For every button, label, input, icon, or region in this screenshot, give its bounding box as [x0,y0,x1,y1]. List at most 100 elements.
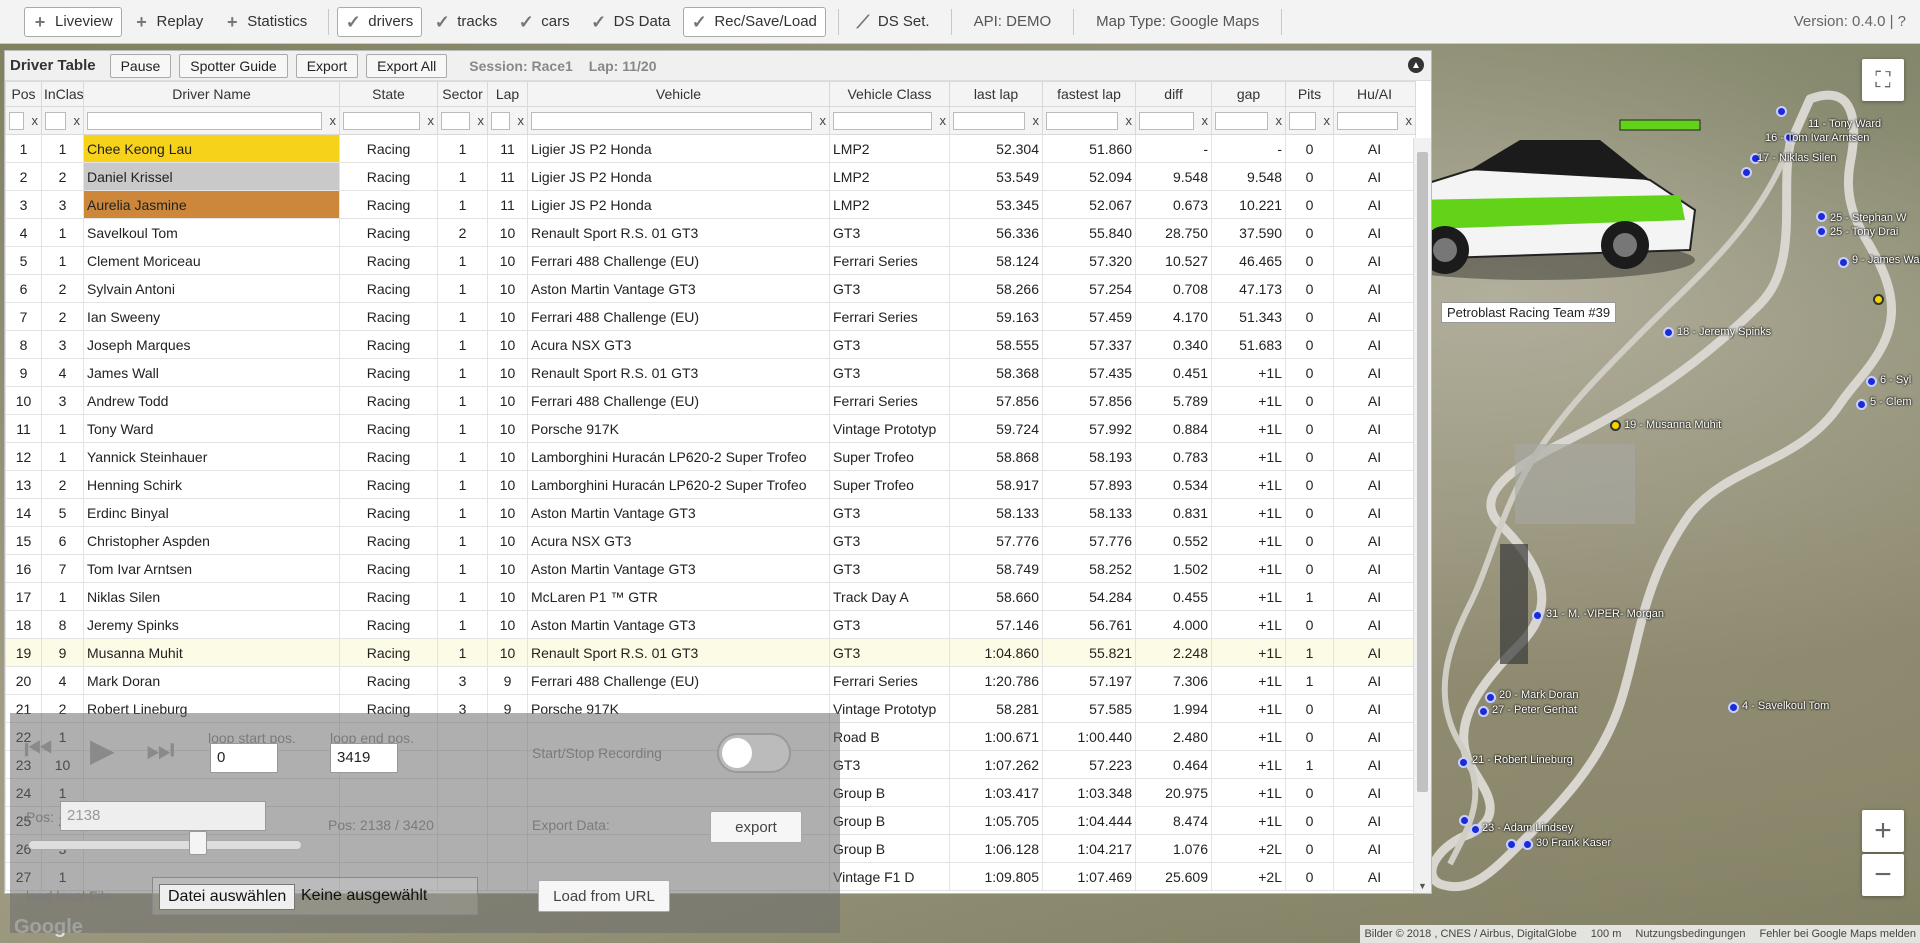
clear-filter-icon[interactable]: x [510,113,525,128]
table-row[interactable]: 5 1 Clement Moriceau Racing 1 10 Ferrari 488 C… [5,246,1416,275]
table-row[interactable]: 14 5 Erdinc Binyal Racing 1 10 Aston Martin Va… [5,498,1416,527]
table-row[interactable]: 13 2 Henning Schirk Racing 1 10 Lamborghini Hu… [5,470,1416,499]
car-marker[interactable] [1470,824,1481,835]
car-marker[interactable] [1458,757,1469,768]
column-header-gap[interactable]: gap [1211,81,1286,107]
table-row[interactable]: 12 1 Yannick Steinhauer Racing 1 10 Lamborghin… [5,442,1416,471]
export-button[interactable]: Export [295,53,359,78]
table-row[interactable]: 18 8 Jeremy Spinks Racing 1 10 Aston Martin Va… [5,610,1416,639]
filter-input[interactable] [1046,111,1118,130]
clear-filter-icon[interactable]: x [420,113,435,128]
car-marker[interactable] [1522,839,1533,850]
filter-input[interactable] [87,111,322,130]
fullscreen-button[interactable]: ⛶ [1862,59,1904,101]
table-row[interactable]: 4 1 Savelkoul Tom Racing 2 10 Renault Sport R.… [5,218,1416,247]
table-row[interactable]: 2 2 Daniel Krissel Racing 1 11 Ligier JS P2 Ho… [5,162,1416,191]
clear-filter-icon[interactable]: x [470,113,485,128]
column-header-vehicle-class[interactable]: Vehicle Class [829,81,950,107]
column-header-last-lap[interactable]: last lap [949,81,1043,107]
table-row[interactable]: 1 1 Chee Keong Lau Racing 1 11 Ligier JS P2 Ho… [5,134,1416,163]
collapse-button[interactable]: ▲ [1408,57,1424,73]
pos-input[interactable]: 2138 [60,801,266,831]
filter-input[interactable] [491,111,510,130]
clear-filter-icon[interactable]: x [812,113,827,128]
file-chooser[interactable]: Datei auswählen Keine ausgewählt [152,877,478,915]
map-type[interactable]: Map Type: Google Maps [1096,13,1259,30]
clear-filter-icon[interactable]: x [322,113,337,128]
table-scrollbar[interactable]: ▼ [1413,138,1431,893]
car-marker[interactable] [1506,839,1517,850]
filter-input[interactable] [441,111,470,130]
scroll-down-icon[interactable]: ▼ [1418,881,1427,891]
table-row[interactable]: 20 4 Mark Doran Racing 3 9 Ferrari 488 Challen… [5,666,1416,695]
column-header-lap[interactable]: Lap [487,81,528,107]
filter-input[interactable] [1139,111,1194,130]
replay-button[interactable]: + Replay [126,7,213,37]
filter-input[interactable] [531,111,812,130]
export-all-button[interactable]: Export All [366,53,448,78]
zoom-out-button[interactable]: − [1862,854,1904,896]
clear-filter-icon[interactable]: x [1118,113,1133,128]
clear-filter-icon[interactable]: x [1398,113,1413,128]
clear-filter-icon[interactable]: x [1316,113,1331,128]
slider-handle[interactable] [188,831,207,855]
car-marker[interactable] [1485,692,1496,703]
table-row[interactable]: 10 3 Andrew Todd Racing 1 10 Ferrari 488 Chall… [5,386,1416,415]
table-row[interactable]: 16 7 Tom Ivar Arntsen Racing 1 10 Aston Martin… [5,554,1416,583]
column-header-pos[interactable]: Pos [5,81,42,107]
skip-forward-icon[interactable]: ⏭ [146,731,175,769]
car-marker[interactable] [1866,376,1877,387]
report-error-link[interactable]: Fehler bei Google Maps melden [1759,928,1916,940]
version-label[interactable]: Version: 0.4.0 | ? [1794,13,1906,30]
car-marker[interactable] [1856,399,1867,410]
scrollbar-thumb[interactable] [1417,152,1428,792]
filter-input[interactable] [833,111,932,130]
filter-input[interactable] [1337,111,1398,130]
filter-input[interactable] [343,111,420,130]
choose-file-button[interactable]: Datei auswählen [159,884,296,910]
filter-input[interactable] [9,111,24,130]
loop-start-input[interactable]: 0 [210,743,278,773]
car-marker[interactable] [1532,610,1543,621]
liveview-button[interactable]: + Liveview [24,6,122,37]
column-header-inclass[interactable]: InClas [41,81,84,107]
recording-toggle[interactable] [717,733,791,773]
column-header-fastest-lap[interactable]: fastest lap [1042,81,1136,107]
car-marker[interactable] [1776,106,1787,117]
play-icon[interactable]: ▶ [90,731,115,769]
car-marker[interactable] [1838,257,1849,268]
table-row[interactable]: 8 3 Joseph Marques Racing 1 10 Acura NSX GT3 GT… [5,330,1416,359]
rec-save-load-toggle[interactable]: ✓ Rec/Save/Load [683,6,826,37]
car-marker-selected[interactable] [1610,420,1621,431]
column-header-vehicle[interactable]: Vehicle [527,81,830,107]
statistics-button[interactable]: + Statistics [216,7,316,37]
column-header-hu-ai[interactable]: Hu/AI [1333,81,1416,107]
skip-back-icon[interactable]: ⏮ [24,731,53,769]
clear-filter-icon[interactable]: x [1025,113,1040,128]
table-row[interactable]: 17 1 Niklas Silen Racing 1 10 McLaren P1 ™ GTR… [5,582,1416,611]
loop-end-input[interactable]: 3419 [330,743,398,773]
clear-filter-icon[interactable]: x [66,113,81,128]
cars-toggle[interactable]: ✓ cars [510,7,578,37]
car-marker[interactable] [1816,226,1827,237]
filter-input[interactable] [1289,111,1316,130]
table-row[interactable]: 9 4 James Wall Racing 1 10 Renault Sport R.S. … [5,358,1416,387]
filter-input[interactable] [45,111,66,130]
car-marker[interactable] [1459,815,1470,826]
load-url-button[interactable]: Load from URL [538,880,670,912]
ds-settings-button[interactable]: ⟋ DS Set. [847,7,939,37]
column-header-diff[interactable]: diff [1135,81,1212,107]
clear-filter-icon[interactable]: x [24,113,39,128]
column-header-sector[interactable]: Sector [437,81,488,107]
drivers-toggle[interactable]: ✓ drivers [337,6,423,37]
position-slider[interactable] [28,840,302,850]
car-marker[interactable] [1816,211,1827,222]
clear-filter-icon[interactable]: x [932,113,947,128]
table-row[interactable]: 19 9 Musanna Muhit Racing 1 10 Renault Sport R… [5,638,1416,667]
column-header-pits[interactable]: Pits [1285,81,1334,107]
map-scale[interactable]: 100 m [1591,928,1622,940]
clear-filter-icon[interactable]: x [1268,113,1283,128]
table-row[interactable]: 3 3 Aurelia Jasmine Racing 1 11 Ligier JS P2 H… [5,190,1416,219]
filter-input[interactable] [1215,111,1268,130]
table-row[interactable]: 6 2 Sylvain Antoni Racing 1 10 Aston Martin Va… [5,274,1416,303]
